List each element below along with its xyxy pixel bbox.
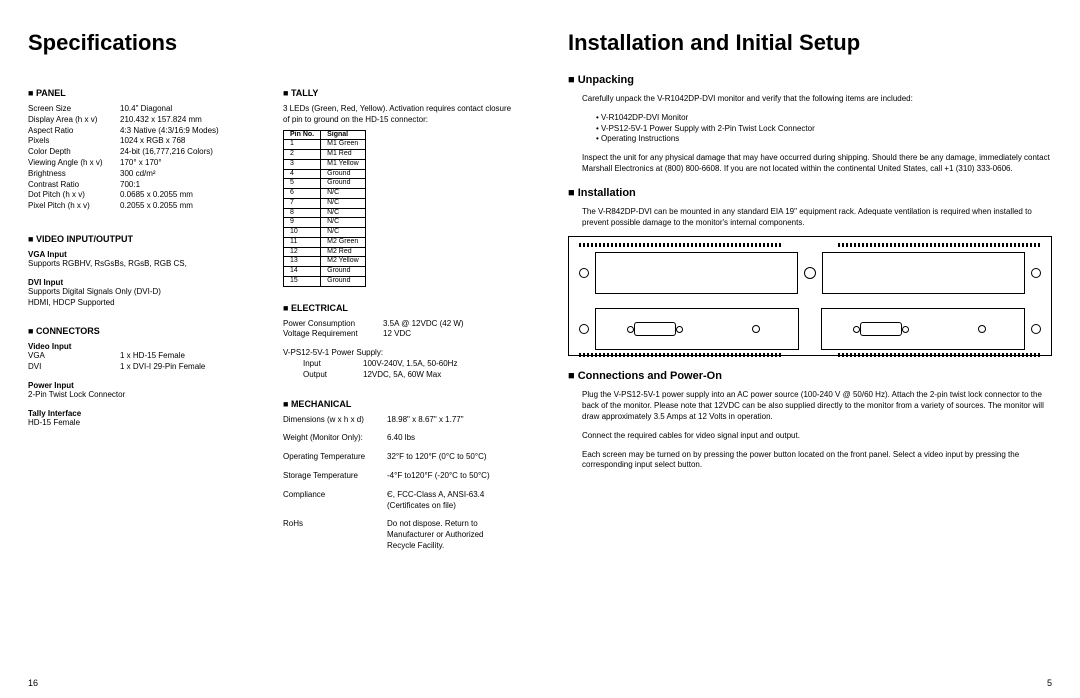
section-unpacking: Unpacking [568,74,1052,86]
rack-diagram [568,236,1052,356]
page-specifications: Specifications PANEL Screen Size10.4" Di… [0,0,540,698]
section-panel: PANEL [28,88,257,98]
specs-col-2: TALLY 3 LEDs (Green, Red, Yellow). Activ… [283,74,512,552]
page-installation: Installation and Initial Setup Unpacking… [540,0,1080,698]
connections-p2: Connect the required cables for video si… [582,431,1052,442]
vga-input-head: VGA Input [28,250,257,259]
section-installation: Installation [568,187,1052,199]
page-title: Installation and Initial Setup [568,30,1052,56]
connections-p1: Plug the V-PS12-5V-1 power supply into a… [582,390,1052,422]
section-electrical: ELECTRICAL [283,303,512,313]
tally-desc: 3 LEDs (Green, Red, Yellow). Activation … [283,104,512,126]
vga-input-line: Supports RGBHV, RsGsBs, RGsB, RGB CS, [28,259,257,270]
page-title: Specifications [28,30,512,56]
page-number-left: 16 [28,678,38,688]
dvi-input-line1: Supports Digital Signals Only (DVI-D) [28,287,257,298]
page-number-right: 5 [1047,678,1052,688]
section-connectors: CONNECTORS [28,326,257,336]
dvi-input-head: DVI Input [28,278,257,287]
conn-power-val: 2-Pin Twist Lock Connector [28,390,257,401]
section-connections: Connections and Power-On [568,370,1052,382]
list-item: Operating Instructions [596,134,1052,145]
conn-power-head: Power Input [28,381,257,390]
installation-p1: The V-R842DP-DVI can be mounted in any s… [582,207,1052,229]
unpacking-p1: Carefully unpack the V-R1042DP-DVI monit… [582,94,1052,105]
specs-col-1: PANEL Screen Size10.4" DiagonalDisplay A… [28,74,257,552]
ps-head: V-PS12-5V-1 Power Supply: [283,348,512,359]
tally-pin-table: Pin No.Signal 1M1 Green2M1 Red3M1 Yellow… [283,130,366,287]
section-mechanical: MECHANICAL [283,399,512,409]
unpacking-bullets: V-R1042DP-DVI MonitorV-PS12-5V-1 Power S… [596,113,1052,145]
list-item: V-PS12-5V-1 Power Supply with 2-Pin Twis… [596,124,1052,135]
conn-video-input-head: Video Input [28,342,257,351]
section-tally: TALLY [283,88,512,98]
conn-tally-val: HD-15 Female [28,418,257,429]
conn-tally-head: Tally Interface [28,409,257,418]
list-item: V-R1042DP-DVI Monitor [596,113,1052,124]
unpacking-p2: Inspect the unit for any physical damage… [582,153,1052,175]
section-video-io: VIDEO INPUT/OUTPUT [28,234,257,244]
dvi-input-line2: HDMI, HDCP Supported [28,298,257,309]
connections-p3: Each screen may be turned on by pressing… [582,450,1052,472]
